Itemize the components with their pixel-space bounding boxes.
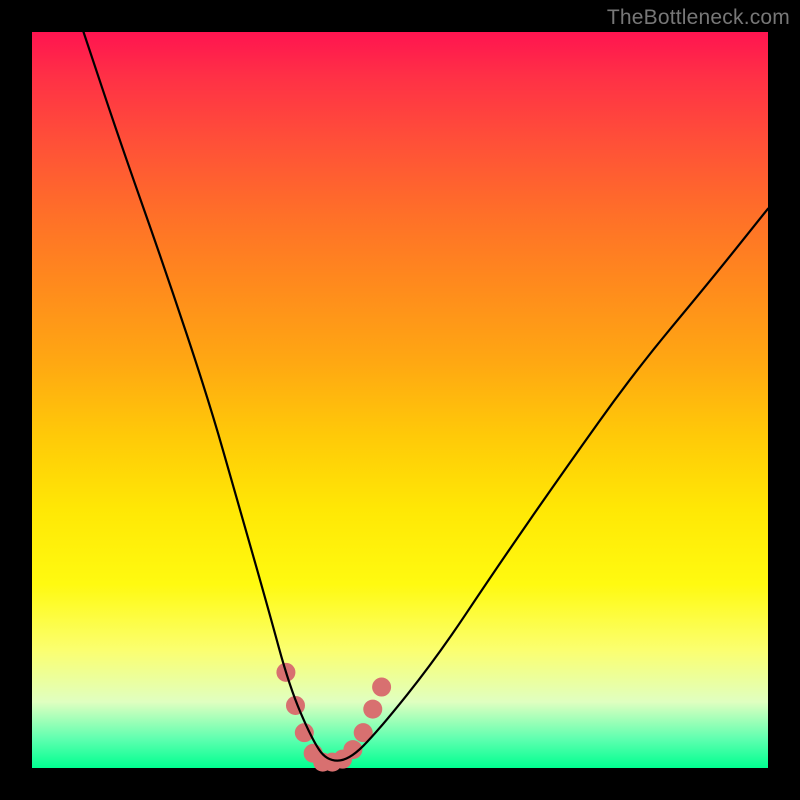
valley-marker-dot — [295, 723, 314, 742]
valley-marker-dot — [363, 700, 382, 719]
chart-svg — [32, 32, 768, 768]
chart-container: TheBottleneck.com — [0, 0, 800, 800]
valley-marker-dot — [372, 678, 391, 697]
valley-marker-points — [276, 663, 391, 772]
plot-area — [32, 32, 768, 768]
v-curve-line — [84, 32, 768, 761]
watermark-label: TheBottleneck.com — [607, 6, 790, 30]
